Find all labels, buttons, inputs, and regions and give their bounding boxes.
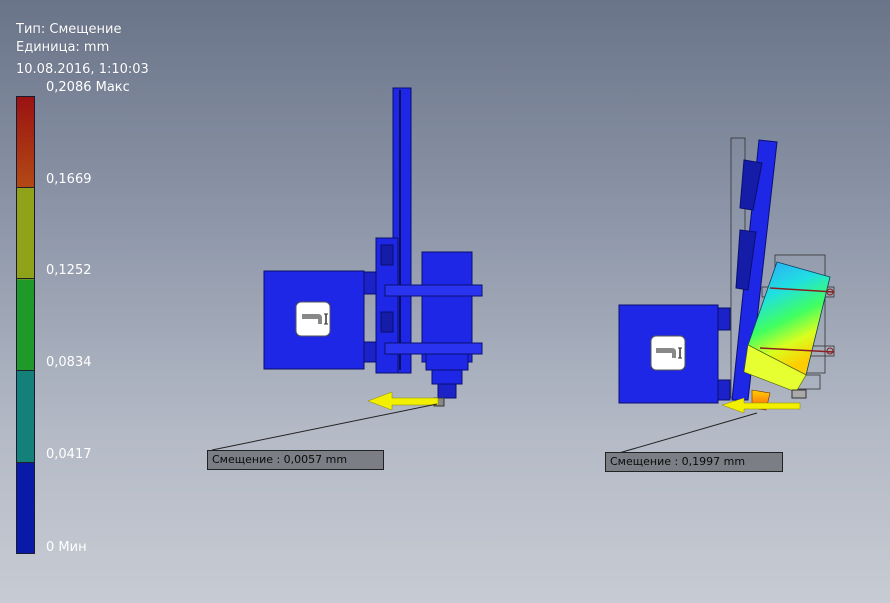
- probe-leader-right: [611, 412, 758, 456]
- probe-label-right[interactable]: Смещение : 0,1997 mm: [605, 452, 783, 472]
- probe-label-left[interactable]: Смещение : 0,0057 mm: [207, 450, 384, 470]
- model-left: [263, 87, 483, 407]
- model-right: [618, 137, 835, 411]
- load-arrow-left: [367, 391, 439, 411]
- load-hand-icon-left: [295, 301, 331, 337]
- load-hand-icon-right: [650, 335, 686, 371]
- model-viewport[interactable]: [0, 0, 890, 603]
- probe-leader-left: [211, 403, 438, 451]
